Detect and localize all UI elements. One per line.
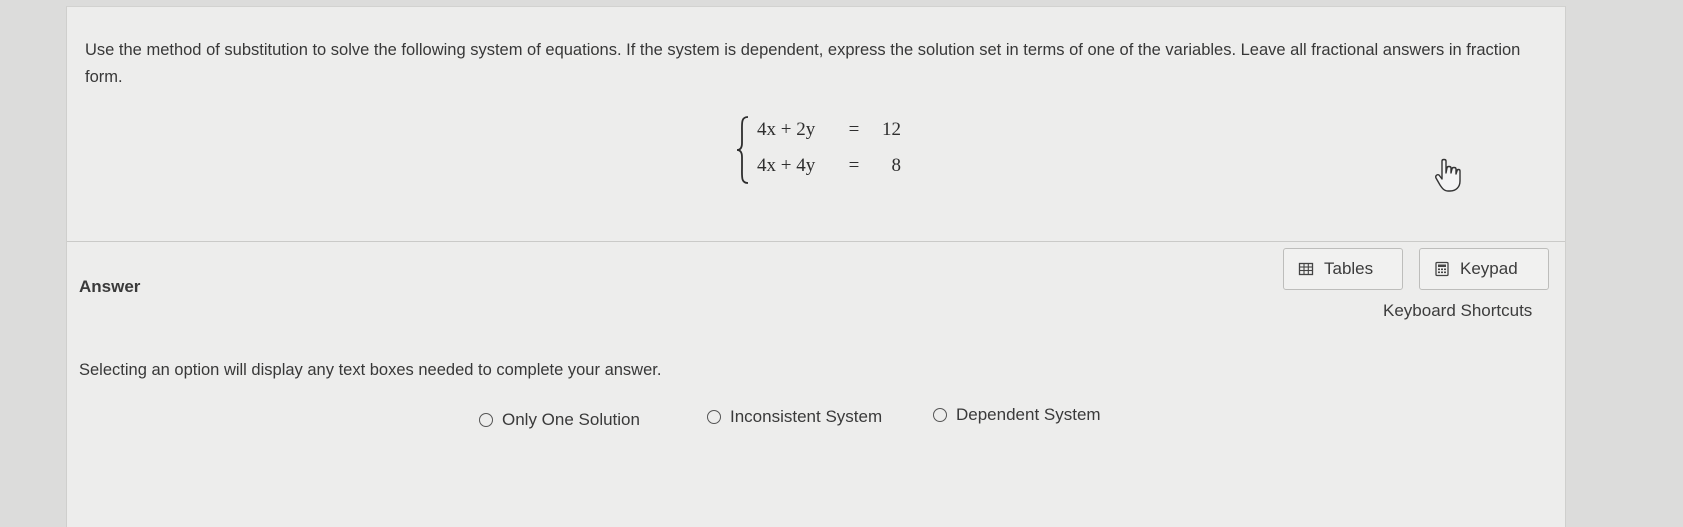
answer-instruction: Selecting an option will display any tex… bbox=[79, 361, 662, 379]
radio-button[interactable] bbox=[479, 413, 493, 427]
section-divider bbox=[67, 241, 1565, 242]
question-prompt: Use the method of substitution to solve … bbox=[85, 41, 1521, 86]
equation-lhs: 4x + 2y bbox=[757, 119, 816, 140]
option-label: Inconsistent System bbox=[730, 407, 883, 426]
hand-pointer-icon bbox=[1435, 158, 1461, 192]
equation-lhs: 4x + 4y bbox=[757, 155, 816, 176]
calculator-icon bbox=[1435, 261, 1449, 277]
radio-button[interactable] bbox=[933, 408, 947, 422]
equation-row: 4x + 2y = 12 bbox=[757, 119, 901, 141]
option-dependent-system[interactable]: Dependent System bbox=[933, 405, 1101, 425]
option-only-one-solution[interactable]: Only One Solution bbox=[479, 410, 640, 430]
question-panel: Use the method of substitution to solve … bbox=[66, 6, 1566, 527]
keypad-button-label: Keypad bbox=[1460, 259, 1518, 278]
equation-rhs: 8 bbox=[891, 155, 902, 176]
option-label: Dependent System bbox=[956, 405, 1101, 424]
tables-button-label: Tables bbox=[1324, 259, 1374, 278]
answer-heading: Answer bbox=[79, 277, 141, 296]
radio-button[interactable] bbox=[707, 410, 721, 424]
option-label: Only One Solution bbox=[502, 410, 640, 429]
equation-row: 4x + 4y = 8 bbox=[757, 155, 901, 177]
equals-sign: = bbox=[848, 155, 860, 176]
equals-sign: = bbox=[848, 119, 860, 140]
keyboard-shortcuts-link[interactable]: Keyboard Shortcuts bbox=[1383, 301, 1532, 321]
table-icon bbox=[1298, 262, 1314, 276]
equation-rhs: 12 bbox=[882, 119, 901, 140]
left-brace-icon bbox=[736, 116, 749, 184]
keypad-button[interactable]: Keypad bbox=[1419, 248, 1549, 290]
tables-button[interactable]: Tables bbox=[1283, 248, 1403, 290]
option-inconsistent-system[interactable]: Inconsistent System bbox=[707, 407, 882, 427]
